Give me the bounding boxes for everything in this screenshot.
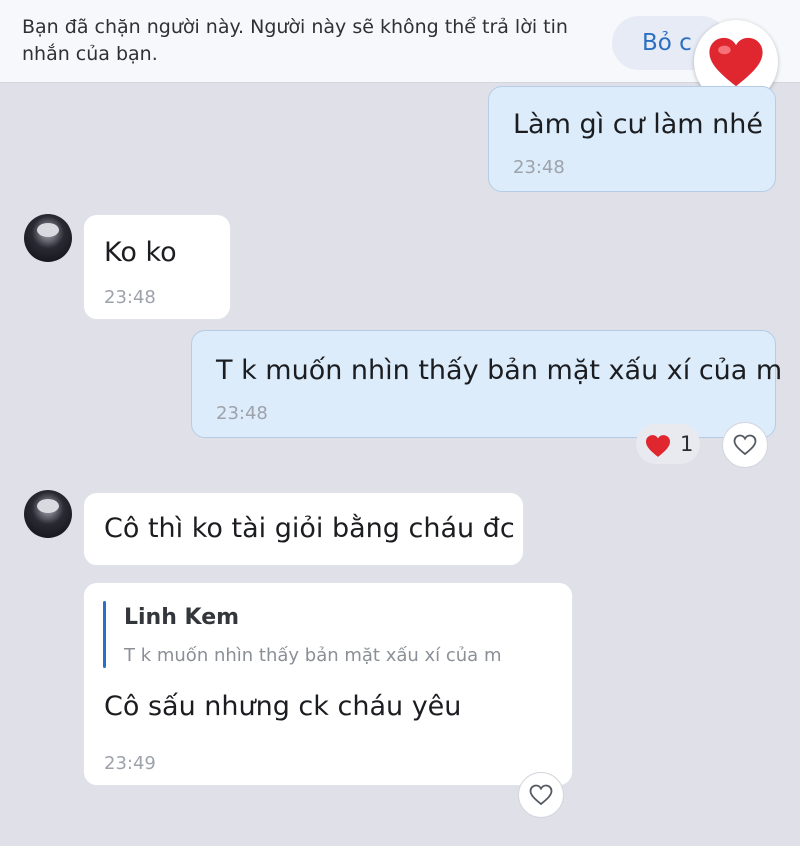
contact-avatar[interactable] <box>24 490 72 538</box>
message-time: 23:48 <box>104 287 156 308</box>
quote-indicator <box>103 601 106 668</box>
heart-outline-icon <box>733 434 757 456</box>
react-button[interactable] <box>518 772 564 818</box>
message-text: Ko ko <box>104 237 177 268</box>
quoted-message[interactable]: T k muốn nhìn thấy bản mặt xấu xí của m <box>124 645 501 666</box>
incoming-message-bubble[interactable]: Cô thì ko tài giỏi bằng cháu đc <box>83 492 524 566</box>
blocked-notice-text: Bạn đã chặn người này. Người này sẽ khôn… <box>22 16 568 65</box>
quoted-author: Linh Kem <box>124 605 240 630</box>
reaction-summary[interactable]: 1 <box>636 424 700 464</box>
reaction-count: 1 <box>680 432 694 456</box>
blocked-notice-banner: Bạn đã chặn người này. Người này sẽ khôn… <box>0 0 800 83</box>
message-text: T k muốn nhìn thấy bản mặt xấu xí của m <box>216 355 783 386</box>
message-time: 23:48 <box>513 157 565 178</box>
message-text: Cô thì ko tài giỏi bằng cháu đc <box>104 513 515 544</box>
incoming-message-bubble[interactable]: Ko ko 23:48 <box>83 214 231 320</box>
message-time: 23:48 <box>216 403 268 424</box>
outgoing-message-bubble[interactable]: Làm gì cư làm nhé 23:48 <box>488 86 776 192</box>
message-text: Cô sấu nhưng ck cháu yêu <box>104 691 462 722</box>
message-text: Làm gì cư làm nhé <box>513 109 764 140</box>
message-time: 23:49 <box>104 753 156 774</box>
heart-outline-icon <box>529 784 553 806</box>
heart-icon <box>709 37 763 87</box>
heart-icon <box>646 435 670 457</box>
react-button[interactable] <box>722 422 768 468</box>
contact-avatar[interactable] <box>24 214 72 262</box>
outgoing-message-bubble[interactable]: T k muốn nhìn thấy bản mặt xấu xí của m … <box>191 330 782 438</box>
